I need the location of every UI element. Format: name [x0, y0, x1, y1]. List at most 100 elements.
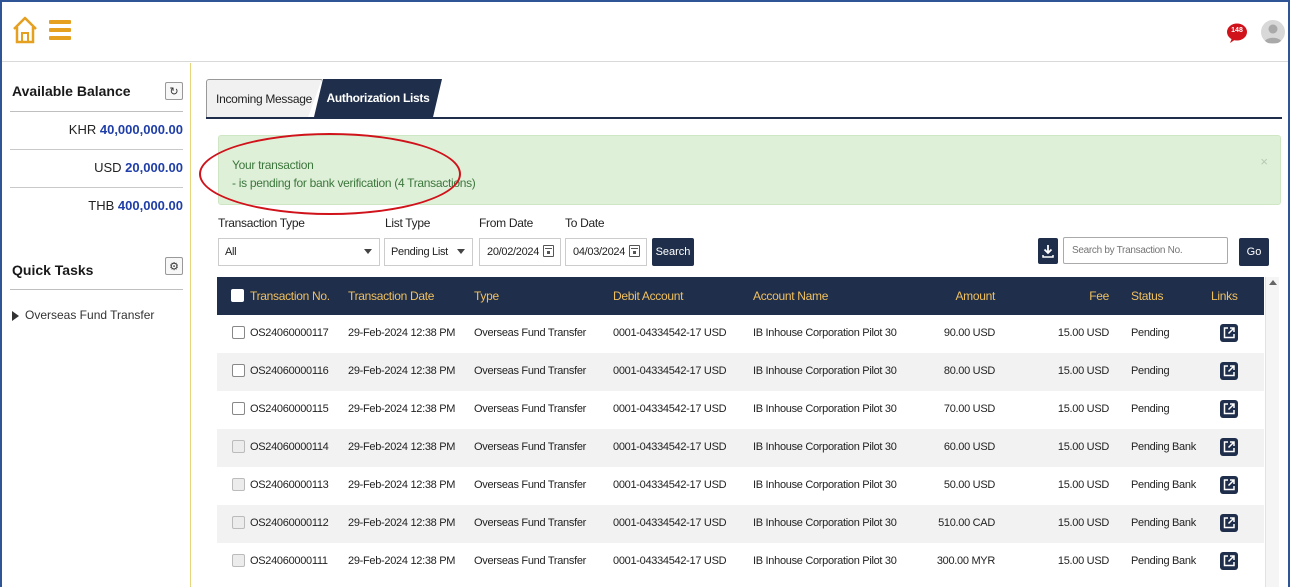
cell-amount: 90.00 USD: [943, 327, 995, 339]
table-row: OS24060000115 29-Feb-2024 12:38 PM Overs…: [217, 391, 1264, 429]
from-date-input[interactable]: 20/02/2024: [479, 238, 561, 266]
cell-account-name: IB Inhouse Corporation Pilot 30: [753, 441, 897, 453]
cell-debit-account: 0001-04334542-17 USD: [613, 479, 727, 491]
cell-fee: 15.00 USD: [1057, 555, 1109, 567]
col-transaction-date[interactable]: Transaction Date: [348, 289, 434, 303]
cell-fee: 15.00 USD: [1057, 441, 1109, 453]
download-icon: [1042, 245, 1054, 258]
cell-transaction-date: 29-Feb-2024 12:38 PM: [348, 517, 456, 529]
refresh-balance-button[interactable]: ↻: [165, 82, 183, 100]
cell-fee: 15.00 USD: [1057, 365, 1109, 377]
cell-fee: 15.00 USD: [1057, 327, 1109, 339]
cell-transaction-no: OS24060000117: [250, 327, 329, 339]
external-link-icon[interactable]: [1220, 400, 1238, 418]
transaction-search-input[interactable]: [1063, 237, 1228, 264]
table-header: Transaction No. Transaction Date Type De…: [217, 277, 1264, 315]
cell-transaction-date: 29-Feb-2024 12:38 PM: [348, 403, 456, 415]
home-icon[interactable]: [12, 16, 38, 44]
col-status[interactable]: Status: [1131, 289, 1164, 303]
col-account-name[interactable]: Account Name: [753, 289, 828, 303]
transaction-type-select[interactable]: All: [218, 238, 380, 266]
dropdown-arrow-icon: [457, 249, 465, 254]
external-link-icon[interactable]: [1220, 476, 1238, 494]
gear-icon: ⚙: [169, 260, 179, 273]
hamburger-menu-icon[interactable]: [49, 20, 71, 40]
cell-transaction-no: OS24060000111: [250, 555, 328, 567]
tab-authorization-lists[interactable]: Authorization Lists: [314, 79, 442, 117]
cell-transaction-no: OS24060000112: [250, 517, 329, 529]
cell-type: Overseas Fund Transfer: [474, 555, 587, 567]
list-type-select[interactable]: Pending List: [384, 238, 473, 266]
divider: [10, 289, 183, 290]
cell-debit-account: 0001-04334542-17 USD: [613, 365, 727, 377]
cell-transaction-date: 29-Feb-2024 12:38 PM: [348, 479, 456, 491]
external-link-icon[interactable]: [1220, 438, 1238, 456]
notification-icon[interactable]: 148: [1226, 23, 1248, 43]
cell-account-name: IB Inhouse Corporation Pilot 30: [753, 327, 897, 339]
col-debit-account[interactable]: Debit Account: [613, 289, 683, 303]
balance-row-thb: THB 400,000.00: [88, 198, 183, 213]
balance-row-khr: KHR 40,000,000.00: [68, 122, 183, 137]
calendar-icon[interactable]: [543, 245, 554, 257]
col-amount[interactable]: Amount: [917, 289, 995, 303]
col-fee[interactable]: Fee: [1057, 289, 1109, 303]
table-row: OS24060000113 29-Feb-2024 12:38 PM Overs…: [217, 467, 1264, 505]
cell-amount: 80.00 USD: [943, 365, 995, 377]
col-type[interactable]: Type: [474, 289, 499, 303]
external-link-icon[interactable]: [1220, 552, 1238, 570]
main-content: Incoming Message Authorization Lists You…: [192, 63, 1288, 587]
select-all-checkbox[interactable]: [231, 289, 244, 302]
user-avatar-icon[interactable]: [1261, 20, 1285, 44]
balance-row-usd: USD 20,000.00: [94, 160, 183, 175]
notification-count: 148: [1231, 27, 1243, 34]
dropdown-arrow-icon: [364, 249, 372, 254]
cell-account-name: IB Inhouse Corporation Pilot 30: [753, 555, 897, 567]
col-transaction-no[interactable]: Transaction No.: [250, 289, 330, 303]
cell-transaction-date: 29-Feb-2024 12:38 PM: [348, 555, 456, 567]
external-link-icon[interactable]: [1220, 362, 1238, 380]
row-checkbox[interactable]: [232, 364, 245, 377]
cell-transaction-no: OS24060000114: [250, 441, 329, 453]
row-checkbox[interactable]: [232, 478, 245, 491]
row-checkbox[interactable]: [232, 402, 245, 415]
quick-tasks-title: Quick Tasks: [12, 262, 94, 278]
table-row: OS24060000117 29-Feb-2024 12:38 PM Overs…: [217, 315, 1264, 353]
cell-amount: 510.00 CAD: [938, 517, 995, 529]
cell-account-name: IB Inhouse Corporation Pilot 30: [753, 365, 897, 377]
scroll-up-arrow-icon[interactable]: [1269, 280, 1277, 285]
top-bar: 148: [2, 2, 1288, 62]
cell-type: Overseas Fund Transfer: [474, 403, 587, 415]
cell-fee: 15.00 USD: [1057, 517, 1109, 529]
external-link-icon[interactable]: [1220, 324, 1238, 342]
external-link-icon[interactable]: [1220, 514, 1238, 532]
row-checkbox[interactable]: [232, 440, 245, 453]
alert-close-icon[interactable]: ×: [1260, 154, 1268, 169]
task-overseas-fund-transfer[interactable]: Overseas Fund Transfer: [12, 308, 154, 322]
cell-transaction-date: 29-Feb-2024 12:38 PM: [348, 365, 456, 377]
cell-status: Pending: [1131, 327, 1170, 339]
divider: [10, 111, 183, 112]
cell-amount: 70.00 USD: [943, 403, 995, 415]
cell-account-name: IB Inhouse Corporation Pilot 30: [753, 403, 897, 415]
tab-incoming-message[interactable]: Incoming Message: [206, 79, 322, 117]
row-checkbox[interactable]: [232, 554, 245, 567]
from-date-label: From Date: [479, 216, 533, 230]
cell-account-name: IB Inhouse Corporation Pilot 30: [753, 517, 897, 529]
row-checkbox[interactable]: [232, 326, 245, 339]
search-button[interactable]: Search: [652, 238, 694, 266]
row-checkbox[interactable]: [232, 516, 245, 529]
table-row: OS24060000112 29-Feb-2024 12:38 PM Overs…: [217, 505, 1264, 543]
table-scrollbar[interactable]: [1265, 277, 1279, 587]
calendar-icon[interactable]: [629, 245, 640, 257]
cell-transaction-no: OS24060000115: [250, 403, 329, 415]
to-date-input[interactable]: 04/03/2024: [565, 238, 647, 266]
go-button[interactable]: Go: [1239, 238, 1269, 266]
cell-type: Overseas Fund Transfer: [474, 365, 587, 377]
divider: [10, 187, 183, 188]
cell-debit-account: 0001-04334542-17 USD: [613, 555, 727, 567]
quick-tasks-settings-button[interactable]: ⚙: [165, 257, 183, 275]
list-type-label: List Type: [385, 216, 431, 230]
cell-status: Pending: [1131, 403, 1170, 415]
download-button[interactable]: [1038, 238, 1058, 264]
cell-amount: 60.00 USD: [943, 441, 995, 453]
